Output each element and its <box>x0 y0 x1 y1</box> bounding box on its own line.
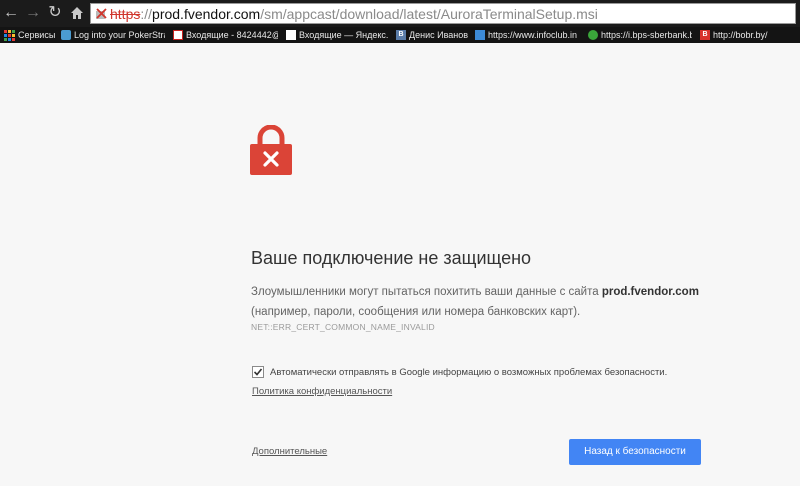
back-arrow-icon[interactable]: ← <box>2 4 20 22</box>
url-path: /sm/appcast/download/latest/AuroraTermin… <box>260 6 598 22</box>
privacy-policy-link[interactable]: Политика конфиденциальности <box>252 386 392 397</box>
pokerstrategy-icon <box>61 30 71 40</box>
not-secure-icon <box>96 8 107 19</box>
desc-host: prod.fvendor.com <box>601 286 699 298</box>
address-bar[interactable]: https://prod.fvendor.com/sm/appcast/down… <box>90 3 796 24</box>
yandex-mail-icon <box>286 30 296 40</box>
report-checkbox-label[interactable]: Автоматически отправлять в Google информ… <box>270 366 667 379</box>
bookmark-pokerstrategy[interactable]: Log into your PokerStrat <box>61 27 165 43</box>
bookmark-yandex-mail[interactable]: Входящие — Яндекс.Г <box>286 27 389 43</box>
error-description: Злоумышленники могут пытаться похитить в… <box>251 282 711 322</box>
bookmark-bobr[interactable]: B http://bobr.by/ <box>700 27 796 43</box>
bookmark-label: Входящие - 8424442@ <box>186 30 278 40</box>
reload-icon[interactable]: ↻ <box>46 4 64 22</box>
bookmark-gmail[interactable]: Входящие - 8424442@ <box>173 27 278 43</box>
back-to-safety-button[interactable]: Назад к безопасности <box>569 439 701 465</box>
page-title: Ваше подключение не защищено <box>251 248 532 268</box>
bookmark-label: Входящие — Яндекс.Г <box>299 30 389 40</box>
bookmark-vk[interactable]: B Денис Иванов <box>396 27 470 43</box>
bookmarks-bar: Сервисы Log into your PokerStrat Входящи… <box>0 27 800 43</box>
bookmark-label: https://i.bps-sberbank.b <box>601 30 692 40</box>
desc-text-2: (например, пароли, сообщения или номера … <box>251 306 581 318</box>
error-code: NET::ERR_CERT_COMMON_NAME_INVALID <box>251 322 435 332</box>
bookmark-label: https://www.infoclub.in <box>488 30 578 40</box>
url-text: https://prod.fvendor.com/sm/appcast/down… <box>110 5 598 23</box>
bookmark-label: Сервисы <box>18 30 56 40</box>
gmail-icon <box>173 30 183 40</box>
browser-toolbar: ← → ↻ https://prod.fvendor.com/sm/appcas… <box>0 0 800 27</box>
infoclub-icon <box>475 30 485 40</box>
ssl-error-page: Ваше подключение не защищено Злоумышленн… <box>0 43 800 486</box>
apps-grid-icon <box>4 29 15 41</box>
lock-error-icon <box>250 125 292 175</box>
home-icon[interactable] <box>68 4 86 22</box>
forward-arrow-icon[interactable]: → <box>24 4 42 22</box>
bookmark-label: Денис Иванов <box>409 30 469 40</box>
bookmark-label: http://bobr.by/ <box>713 30 768 40</box>
sberbank-icon <box>588 30 598 40</box>
bookmark-services[interactable]: Сервисы <box>4 27 56 43</box>
bookmark-sberbank[interactable]: https://i.bps-sberbank.b <box>588 27 692 43</box>
url-separator: :// <box>140 6 153 22</box>
checkmark-icon <box>253 368 263 376</box>
advanced-link[interactable]: Дополнительные <box>252 446 327 457</box>
vk-icon: B <box>396 30 406 40</box>
url-host: prod.fvendor.com <box>152 6 261 22</box>
bookmark-label: Log into your PokerStrat <box>74 30 165 40</box>
url-scheme: https <box>110 6 141 22</box>
desc-text-1: Злоумышленники могут пытаться похитить в… <box>251 286 602 298</box>
bobr-icon: B <box>700 30 710 40</box>
report-checkbox[interactable] <box>252 366 264 378</box>
bookmark-infoclub[interactable]: https://www.infoclub.in <box>475 27 580 43</box>
